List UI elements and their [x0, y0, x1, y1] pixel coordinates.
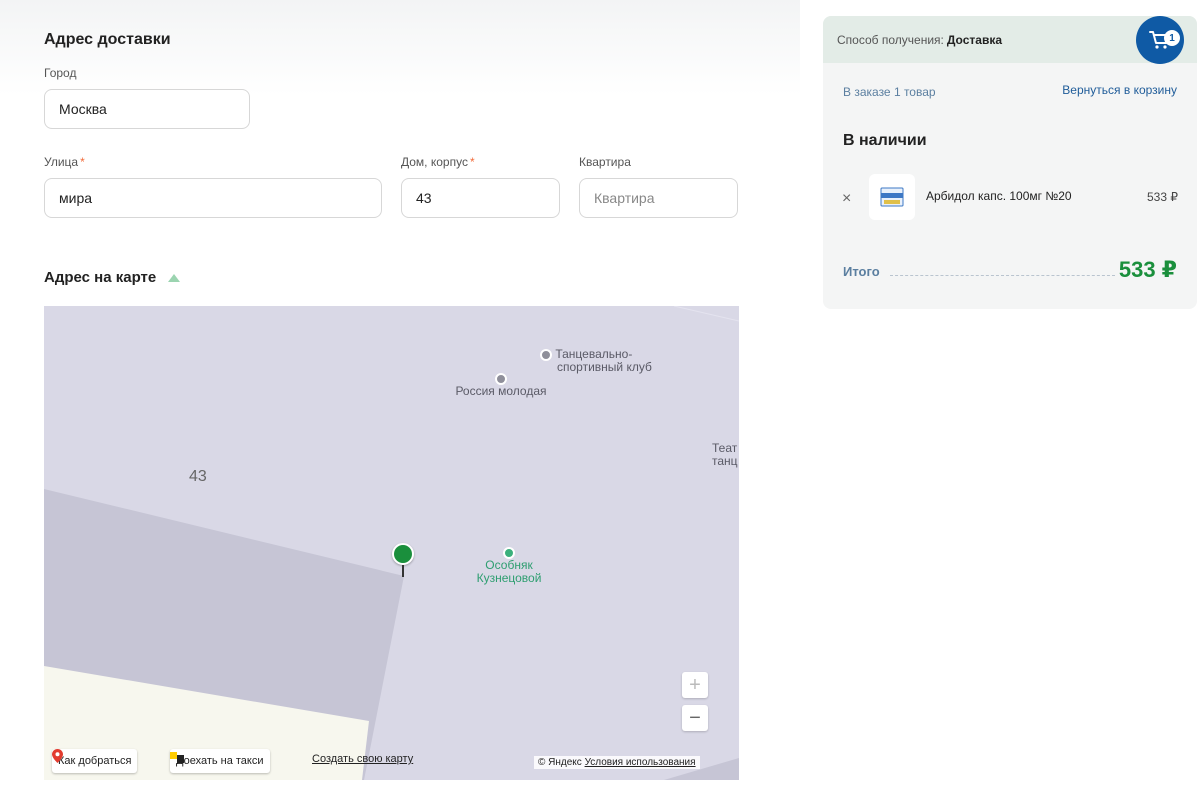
- taxi-label: Доехать на такси: [176, 755, 264, 767]
- poi-kuznetsova-mansion[interactable]: Особняк Кузнецовой: [464, 546, 554, 585]
- availability-title: В наличии: [843, 132, 927, 149]
- total-label: Итого: [843, 264, 880, 279]
- street-label-text: Улица: [44, 155, 79, 169]
- poi-theatre-line2: танц: [712, 454, 738, 468]
- house-number-label: 43: [189, 468, 207, 485]
- apartment-input[interactable]: Квартира: [579, 178, 738, 218]
- yandex-map[interactable]: Танцевально- спортивный клуб Россия моло…: [44, 306, 739, 780]
- required-mark: *: [80, 155, 85, 169]
- poi-mansion-line2: Кузнецовой: [476, 571, 542, 585]
- pin-stem: [402, 565, 404, 577]
- poi-russia-young[interactable]: Россия молодая: [446, 372, 556, 398]
- product-price: 533 ₽: [1147, 190, 1178, 204]
- poi-marker-icon: [540, 348, 552, 361]
- required-mark: *: [469, 155, 475, 169]
- house-input[interactable]: 43: [401, 178, 560, 218]
- house-label-text: Дом, корпус: [401, 155, 468, 169]
- collapse-arrow-icon[interactable]: [168, 273, 181, 282]
- poi-dance-club[interactable]: Танцевально- спортивный клуб: [540, 348, 652, 374]
- poi-theatre[interactable]: Теат танц: [712, 442, 738, 468]
- map-copyright: © Яндекс Условия использования: [534, 756, 700, 769]
- cart-count-badge: 1: [1164, 30, 1180, 46]
- remove-item-icon[interactable]: ×: [842, 190, 851, 208]
- pin-head: [392, 543, 414, 565]
- location-pin-icon[interactable]: [392, 543, 414, 579]
- taxi-icon: [170, 752, 184, 763]
- map-title: Адрес на карте: [44, 269, 157, 286]
- product-name[interactable]: Арбидол капс. 100мг №20: [926, 189, 1072, 203]
- checkout-page: Адрес доставки Город Москва Улица * мира …: [0, 0, 1199, 787]
- taxi-button[interactable]: Доехать на такси: [170, 749, 270, 773]
- poi-dance-line2: спортивный клуб: [557, 360, 652, 374]
- poi-russia-label: Россия молодая: [455, 384, 547, 398]
- product-thumbnail[interactable]: [869, 174, 915, 220]
- map-toggle[interactable]: Адрес на карте: [44, 269, 181, 286]
- total-value: 533 ₽: [1118, 257, 1177, 282]
- order-items-count: В заказе 1 товар: [843, 85, 936, 99]
- delivery-address-title: Адрес доставки: [44, 31, 171, 48]
- back-to-cart-link[interactable]: Вернуться в корзину: [1062, 83, 1177, 97]
- delivery-method-value: Доставка: [946, 32, 1003, 47]
- zoom-out-button[interactable]: −: [682, 705, 708, 731]
- city-input[interactable]: Москва: [44, 89, 250, 129]
- route-label: Как добраться: [58, 755, 132, 767]
- apartment-label: Квартира: [579, 155, 631, 169]
- copyright-text: © Яндекс: [538, 757, 582, 768]
- poi-mansion-line1: Особняк: [485, 558, 533, 572]
- poi-dance-line1: Танцевально-: [555, 347, 633, 361]
- route-button[interactable]: Как добраться: [52, 749, 138, 773]
- product-box-icon: [880, 187, 904, 207]
- road-line: [673, 306, 739, 322]
- terms-link[interactable]: Условия использования: [585, 757, 696, 768]
- street-input[interactable]: мира: [44, 178, 382, 218]
- zoom-in-button[interactable]: +: [682, 672, 708, 698]
- house-label: Дом, корпус *: [401, 155, 475, 169]
- delivery-method-label: Способ получения:: [837, 32, 944, 47]
- total-divider: [890, 275, 1115, 276]
- city-label: Город: [44, 66, 77, 80]
- route-pin-icon: [52, 749, 63, 763]
- poi-theatre-line1: Теат: [712, 441, 738, 455]
- create-map-link[interactable]: Создать свою карту: [312, 753, 413, 765]
- street-label: Улица *: [44, 155, 85, 169]
